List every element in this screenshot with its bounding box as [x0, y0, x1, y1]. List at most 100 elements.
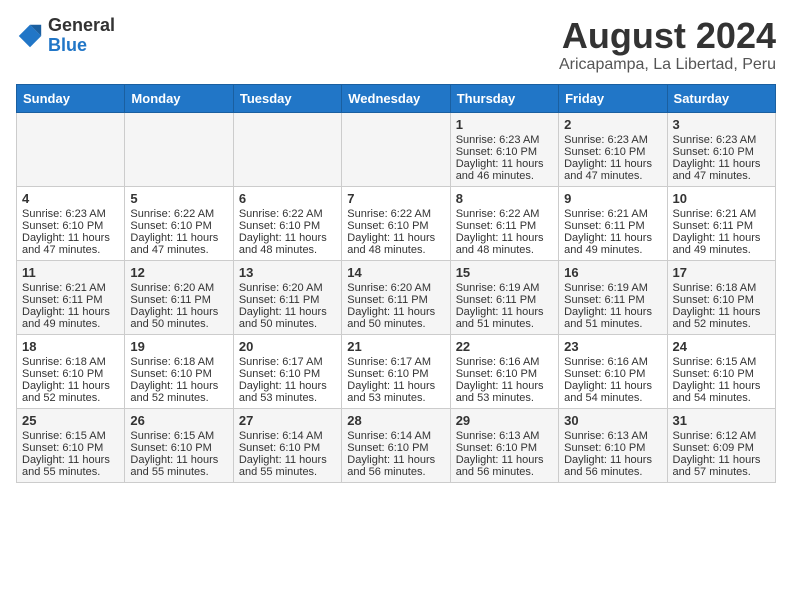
calendar-cell: 3Sunrise: 6:23 AMSunset: 6:10 PMDaylight… [667, 112, 775, 186]
day-info: and 48 minutes. [347, 244, 444, 256]
day-info: Sunset: 6:11 PM [456, 294, 553, 306]
day-info: Sunrise: 6:22 AM [130, 208, 227, 220]
day-info: Daylight: 11 hours [673, 380, 770, 392]
day-info: Sunset: 6:10 PM [22, 368, 119, 380]
day-info: Daylight: 11 hours [22, 232, 119, 244]
day-info: Daylight: 11 hours [130, 306, 227, 318]
day-info: Sunset: 6:11 PM [22, 294, 119, 306]
day-number: 11 [22, 265, 119, 280]
day-number: 15 [456, 265, 553, 280]
day-number: 25 [22, 413, 119, 428]
calendar-cell: 8Sunrise: 6:22 AMSunset: 6:11 PMDaylight… [450, 186, 558, 260]
day-number: 7 [347, 191, 444, 206]
day-info: Daylight: 11 hours [22, 306, 119, 318]
day-info: Sunset: 6:10 PM [239, 442, 336, 454]
day-info: Daylight: 11 hours [239, 232, 336, 244]
day-info: Sunset: 6:10 PM [564, 146, 661, 158]
calendar-week-3: 11Sunrise: 6:21 AMSunset: 6:11 PMDayligh… [17, 260, 776, 334]
calendar-cell: 10Sunrise: 6:21 AMSunset: 6:11 PMDayligh… [667, 186, 775, 260]
day-info: and 46 minutes. [456, 170, 553, 182]
day-info: Sunrise: 6:15 AM [673, 356, 770, 368]
day-info: Daylight: 11 hours [130, 232, 227, 244]
calendar-cell: 22Sunrise: 6:16 AMSunset: 6:10 PMDayligh… [450, 334, 558, 408]
day-info: and 54 minutes. [673, 392, 770, 404]
day-info: Daylight: 11 hours [564, 158, 661, 170]
day-info: Sunset: 6:10 PM [456, 442, 553, 454]
day-info: and 52 minutes. [130, 392, 227, 404]
day-info: and 53 minutes. [456, 392, 553, 404]
calendar-cell: 28Sunrise: 6:14 AMSunset: 6:10 PMDayligh… [342, 408, 450, 482]
day-info: and 47 minutes. [22, 244, 119, 256]
day-info: Daylight: 11 hours [456, 158, 553, 170]
day-info: Sunrise: 6:18 AM [130, 356, 227, 368]
day-number: 24 [673, 339, 770, 354]
day-number: 3 [673, 117, 770, 132]
calendar-cell: 21Sunrise: 6:17 AMSunset: 6:10 PMDayligh… [342, 334, 450, 408]
day-info: Daylight: 11 hours [22, 454, 119, 466]
calendar-title: August 2024 [559, 16, 776, 56]
day-info: Sunset: 6:11 PM [347, 294, 444, 306]
day-info: Sunrise: 6:18 AM [22, 356, 119, 368]
day-number: 18 [22, 339, 119, 354]
day-info: Sunrise: 6:17 AM [239, 356, 336, 368]
day-info: Sunrise: 6:21 AM [564, 208, 661, 220]
day-info: Sunrise: 6:21 AM [673, 208, 770, 220]
day-number: 10 [673, 191, 770, 206]
day-info: and 57 minutes. [673, 466, 770, 478]
day-info: Sunset: 6:10 PM [673, 368, 770, 380]
day-info: Sunrise: 6:16 AM [456, 356, 553, 368]
calendar-cell [233, 112, 341, 186]
day-info: and 52 minutes. [673, 318, 770, 330]
weekday-header-friday: Friday [559, 84, 667, 112]
day-info: Daylight: 11 hours [347, 306, 444, 318]
day-info: Sunset: 6:10 PM [130, 368, 227, 380]
day-number: 30 [564, 413, 661, 428]
calendar-subtitle: Aricapampa, La Libertad, Peru [559, 56, 776, 74]
day-info: and 50 minutes. [239, 318, 336, 330]
title-block: August 2024 Aricapampa, La Libertad, Per… [559, 16, 776, 74]
day-info: Sunrise: 6:20 AM [347, 282, 444, 294]
day-info: Daylight: 11 hours [130, 380, 227, 392]
day-number: 17 [673, 265, 770, 280]
calendar-cell: 31Sunrise: 6:12 AMSunset: 6:09 PMDayligh… [667, 408, 775, 482]
page-header: General Blue August 2024 Aricapampa, La … [16, 16, 776, 74]
day-number: 12 [130, 265, 227, 280]
day-info: Sunset: 6:10 PM [347, 442, 444, 454]
day-info: Sunrise: 6:23 AM [456, 134, 553, 146]
day-info: Sunset: 6:10 PM [564, 368, 661, 380]
day-info: Daylight: 11 hours [456, 232, 553, 244]
day-info: and 51 minutes. [456, 318, 553, 330]
day-info: and 53 minutes. [347, 392, 444, 404]
day-info: Daylight: 11 hours [130, 454, 227, 466]
day-number: 23 [564, 339, 661, 354]
day-info: and 55 minutes. [239, 466, 336, 478]
day-info: Sunrise: 6:22 AM [456, 208, 553, 220]
day-number: 31 [673, 413, 770, 428]
day-number: 26 [130, 413, 227, 428]
day-number: 28 [347, 413, 444, 428]
calendar-week-1: 1Sunrise: 6:23 AMSunset: 6:10 PMDaylight… [17, 112, 776, 186]
day-number: 22 [456, 339, 553, 354]
day-info: Sunset: 6:11 PM [239, 294, 336, 306]
calendar-cell: 5Sunrise: 6:22 AMSunset: 6:10 PMDaylight… [125, 186, 233, 260]
logo-icon [16, 22, 44, 50]
calendar-week-5: 25Sunrise: 6:15 AMSunset: 6:10 PMDayligh… [17, 408, 776, 482]
day-info: Sunrise: 6:20 AM [130, 282, 227, 294]
day-number: 6 [239, 191, 336, 206]
calendar-cell: 24 Sunrise: 6:15 AMSunset: 6:10 PMDayligh… [667, 334, 775, 408]
day-info: Sunset: 6:10 PM [239, 220, 336, 232]
calendar-cell [17, 112, 125, 186]
day-info: Sunrise: 6:13 AM [564, 430, 661, 442]
calendar-cell: 19Sunrise: 6:18 AMSunset: 6:10 PMDayligh… [125, 334, 233, 408]
day-info: Sunset: 6:10 PM [130, 442, 227, 454]
day-info: Sunrise: 6:23 AM [564, 134, 661, 146]
day-info: Daylight: 11 hours [673, 232, 770, 244]
day-info: Daylight: 11 hours [347, 380, 444, 392]
weekday-header-tuesday: Tuesday [233, 84, 341, 112]
day-info: Sunset: 6:10 PM [456, 146, 553, 158]
calendar-cell: 13Sunrise: 6:20 AMSunset: 6:11 PMDayligh… [233, 260, 341, 334]
day-number: 8 [456, 191, 553, 206]
day-info: and 51 minutes. [564, 318, 661, 330]
day-info: Sunset: 6:10 PM [22, 442, 119, 454]
day-number: 16 [564, 265, 661, 280]
